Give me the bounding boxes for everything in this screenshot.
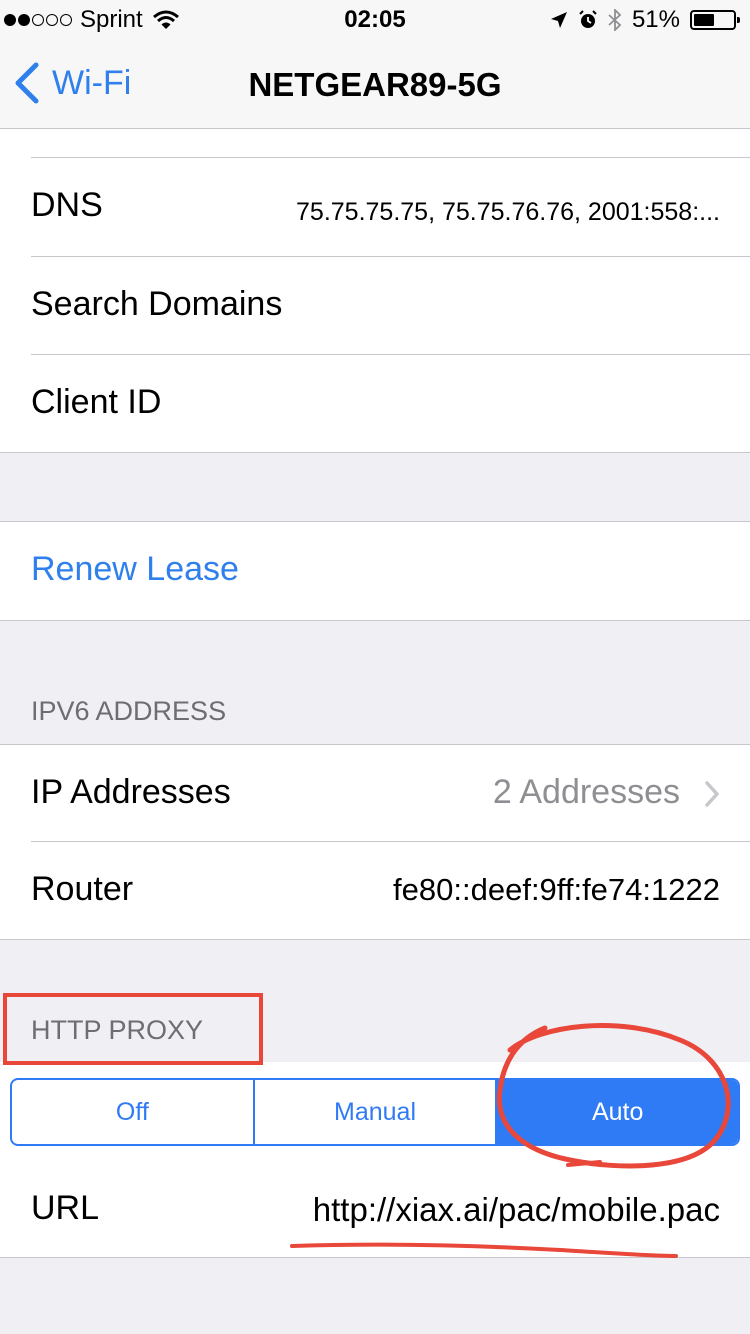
proxy-url-value[interactable]: http://xiax.ai/pac/mobile.pac — [313, 1191, 720, 1229]
dhcp-group: DNS 75.75.75.75, 75.75.76.76, 2001:558:.… — [0, 129, 750, 453]
search-domains-label: Search Domains — [31, 285, 283, 323]
location-arrow-icon — [550, 12, 567, 28]
renew-lease-button[interactable]: Renew Lease — [0, 522, 750, 620]
proxy-mode-off[interactable]: Off — [12, 1080, 255, 1144]
dns-row[interactable]: DNS 75.75.75.75, 75.75.76.76, 2001:558:.… — [0, 158, 750, 256]
router-label: Router — [31, 870, 134, 908]
ip-addresses-value: 2 Addresses — [492, 773, 680, 811]
separator — [0, 939, 750, 940]
page-title: NETGEAR89-5G — [248, 66, 502, 103]
http-proxy-section-header: HTTP PROXY — [31, 1015, 204, 1045]
ipv6-section-header: IPV6 ADDRESS — [31, 696, 227, 726]
ip-addresses-label: IP Addresses — [31, 773, 231, 811]
separator — [0, 452, 750, 453]
chevron-right-icon — [705, 781, 719, 807]
proxy-mode-manual[interactable]: Manual — [255, 1080, 498, 1144]
ipv6-group: IP Addresses 2 Addresses Router fe80::de… — [0, 745, 750, 939]
renew-lease-group: Renew Lease — [0, 522, 750, 620]
dns-value: 75.75.75.75, 75.75.76.76, 2001:558:... — [296, 198, 720, 226]
battery-icon — [690, 10, 740, 30]
separator — [0, 620, 750, 621]
client-id-label: Client ID — [31, 383, 162, 421]
alarm-clock-icon — [579, 10, 597, 28]
client-id-row[interactable]: Client ID — [0, 355, 750, 453]
separator — [0, 1257, 750, 1258]
search-domains-row[interactable]: Search Domains — [0, 257, 750, 355]
ip-addresses-row[interactable]: IP Addresses 2 Addresses — [0, 745, 750, 843]
proxy-mode-auto[interactable]: Auto — [497, 1080, 738, 1144]
proxy-mode-segmented-control[interactable]: Off Manual Auto — [10, 1078, 740, 1146]
battery-percent: 51% — [631, 6, 680, 33]
navigation-bar: Wi-Fi NETGEAR89-5G — [0, 40, 750, 129]
proxy-url-row[interactable]: URL http://xiax.ai/pac/mobile.pac — [0, 1161, 750, 1259]
proxy-url-label: URL — [31, 1189, 100, 1227]
bluetooth-icon — [608, 9, 622, 31]
router-value: fe80::deef:9ff:fe74:1222 — [393, 872, 720, 907]
status-bar: Sprint 02:05 51% — [0, 0, 750, 40]
dns-label: DNS — [31, 186, 103, 224]
renew-lease-label: Renew Lease — [31, 550, 239, 588]
status-right: 51% — [550, 6, 740, 34]
router-row: Router fe80::deef:9ff:fe74:1222 — [0, 842, 750, 940]
